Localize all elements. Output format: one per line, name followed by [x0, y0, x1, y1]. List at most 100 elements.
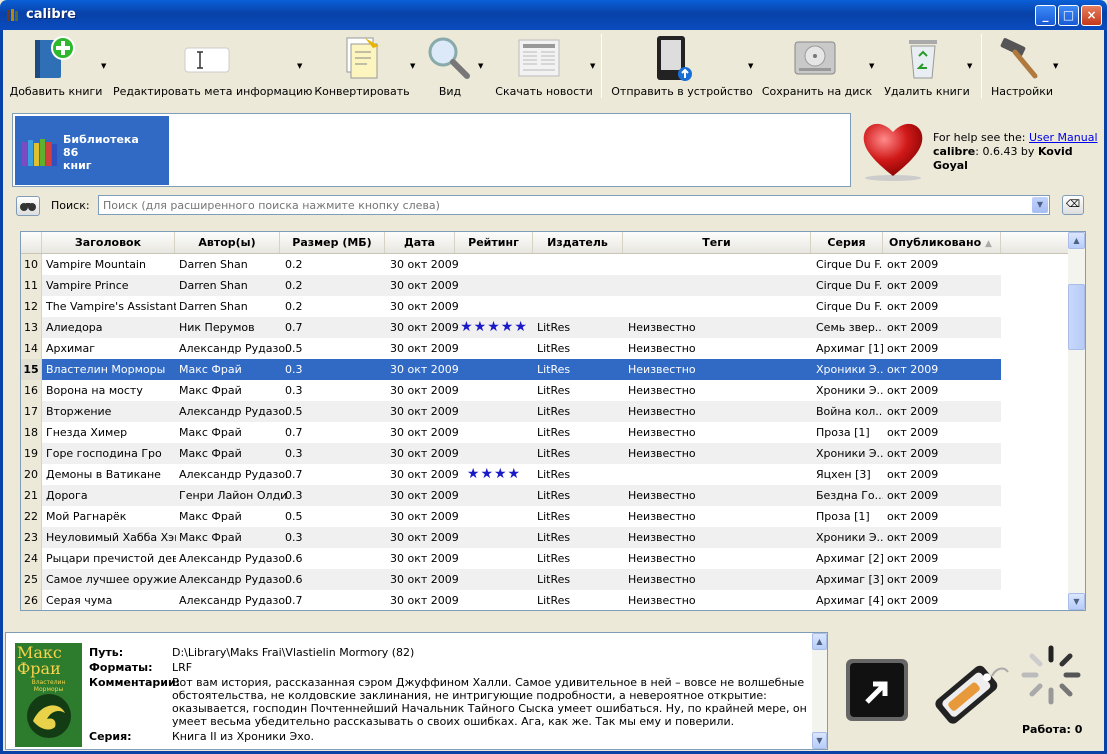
column-series[interactable]: Серия [811, 232, 883, 253]
search-combobox[interactable]: ▼ [98, 195, 1050, 215]
cell-series: Cirque Du F... [816, 300, 883, 313]
edit-meta-button[interactable]: Редактировать мета информацию ▼ [113, 32, 312, 100]
table-row[interactable]: 19 Горе господина Гро Макс Фрай 0.3 30 окт 2… [21, 443, 1001, 464]
cell-date: 30 окт 2009 [390, 447, 459, 460]
scroll-up-icon[interactable]: ▲ [1068, 232, 1085, 249]
table-row[interactable]: 14 Архимаг Александр Рудазов 0.5 30 окт 2009… [21, 338, 1001, 359]
fetch-news-label: Скачать новости [495, 85, 593, 98]
search-dropdown-icon[interactable]: ▼ [1032, 197, 1048, 213]
maximize-button[interactable]: □ [1058, 5, 1079, 26]
table-row[interactable]: 11 Vampire Prince Darren Shan 0.2 30 окт 200… [21, 275, 1001, 296]
donate-heart-icon[interactable] [860, 118, 926, 182]
preferences-dropdown-icon[interactable]: ▼ [1053, 62, 1058, 70]
table-row[interactable]: 24 Рыцари пречистой девы Александр Рудазов… [21, 548, 1001, 569]
cell-rating [455, 527, 533, 548]
table-row[interactable]: 12 The Vampire's Assistant Darren Shan 0.2 3… [21, 296, 1001, 317]
send-device-button[interactable]: Отправить в устройство ▼ [607, 32, 757, 100]
edit-meta-dropdown-icon[interactable]: ▼ [297, 62, 302, 70]
convert-button[interactable]: Конвертировать ▼ [311, 32, 415, 100]
row-number: 13 [21, 317, 42, 338]
table-row[interactable]: 21 Дорога Генри Лайон Олди 0.3 30 окт 2009 Li… [21, 485, 1001, 506]
cell-author: Darren Shan [179, 300, 248, 313]
cell-publisher [537, 275, 623, 296]
open-book-folder-icon[interactable] [845, 658, 909, 722]
cell-rating [455, 296, 533, 317]
cell-date: 30 окт 2009 [390, 573, 459, 586]
column-authors[interactable]: Автор(ы) [175, 232, 280, 253]
save-disk-dropdown-icon[interactable]: ▼ [869, 62, 874, 70]
column-date[interactable]: Дата [385, 232, 455, 253]
table-scrollbar[interactable]: ▲ ▼ [1068, 232, 1085, 610]
cell-pub: окт 2009 [887, 531, 939, 544]
table-row[interactable]: 26 Серая чума Александр Рудазов 0.7 30 окт 2… [21, 590, 1001, 610]
table-row[interactable]: 17 Вторжение Александр Рудазов 0.5 30 окт 20… [21, 401, 1001, 422]
help-prefix: For help see the: [933, 131, 1029, 144]
delete-books-dropdown-icon[interactable]: ▼ [967, 62, 972, 70]
column-title[interactable]: Заголовок [42, 232, 175, 253]
formats-value[interactable]: LRF [172, 661, 810, 674]
clear-search-button[interactable]: ⌫ [1062, 195, 1084, 215]
cell-author: Макс Фрай [179, 510, 242, 523]
path-value[interactable]: D:\Library\Maks Frai\Vlastielin Mormory … [172, 646, 810, 659]
delete-books-button[interactable]: Удалить книги ▼ [879, 32, 975, 100]
cell-pub: окт 2009 [887, 510, 939, 523]
column-tags[interactable]: Теги [623, 232, 811, 253]
table-row[interactable]: 23 Неуловимый Хабба Хэн Макс Фрай 0.3 30 окт… [21, 527, 1001, 548]
table-row[interactable]: 25 Самое лучшее оружие Александр Рудазов 0.… [21, 569, 1001, 590]
cell-pub: окт 2009 [887, 594, 939, 607]
advanced-search-button[interactable] [16, 196, 40, 216]
preferences-label: Настройки [990, 85, 1054, 98]
scroll-down-icon[interactable]: ▼ [1068, 593, 1085, 610]
convert-icon [346, 37, 379, 79]
clear-icon: ⌫ [1065, 199, 1081, 210]
cell-series: Архимаг [3] [816, 573, 883, 586]
cell-pub: окт 2009 [887, 426, 939, 439]
library-count: 86 [63, 146, 79, 159]
row-number: 24 [21, 548, 42, 569]
column-size[interactable]: Размер (МБ) [280, 232, 385, 253]
table-row[interactable]: 10 Vampire Mountain Darren Shan 0.2 30 окт 2… [21, 254, 1001, 275]
book-cover[interactable]: Макс Фраи Властелин Морморы [15, 643, 82, 747]
help-info: For help see the: User Manual calibre: 0… [933, 131, 1107, 173]
cell-tags: Неизвестно [628, 405, 696, 418]
view-dropdown-icon[interactable]: ▼ [478, 62, 483, 70]
user-manual-link[interactable]: User Manual [1029, 131, 1098, 144]
fetch-news-dropdown-icon[interactable]: ▼ [590, 62, 595, 70]
details-scroll-down-icon[interactable]: ▼ [812, 732, 827, 749]
details-scrollbar[interactable]: ▲ ▼ [812, 633, 827, 749]
cell-publisher: LitRes [537, 468, 571, 481]
row-number: 14 [21, 338, 42, 359]
tag-editor-icon[interactable] [926, 650, 1010, 734]
send-device-dropdown-icon[interactable]: ▼ [748, 62, 753, 70]
library-button[interactable]: Библиотека 86 книг [15, 116, 169, 185]
table-row[interactable]: 13 Алиедора Ник Перумов 0.7 30 окт 2009 ★★★★★… [21, 317, 1001, 338]
scrollbar-thumb[interactable] [1068, 284, 1085, 350]
add-books-button[interactable]: Добавить книги ▼ [3, 32, 109, 100]
cell-tags: Неизвестно [628, 552, 696, 565]
column-published[interactable]: Опубликовано ▲ [883, 232, 1001, 253]
jobs-indicator[interactable]: Работа: 0 [1016, 632, 1088, 750]
close-button[interactable]: × [1081, 5, 1102, 26]
column-rating[interactable]: Рейтинг [455, 232, 533, 253]
row-number: 17 [21, 401, 42, 422]
table-row[interactable]: 20 Демоны в Ватикане Александр Рудазов 0.7 3… [21, 464, 1001, 485]
view-button[interactable]: Вид ▼ [415, 32, 485, 100]
search-input[interactable] [99, 196, 1027, 214]
column-publisher[interactable]: Издатель [533, 232, 623, 253]
details-scroll-up-icon[interactable]: ▲ [812, 633, 827, 650]
cell-rating: ★★★★★ [455, 317, 533, 338]
table-row[interactable]: 18 Гнезда Химер Макс Фрай 0.7 30 окт 2009 Lit… [21, 422, 1001, 443]
cell-rating [455, 338, 533, 359]
table-row[interactable]: 22 Мой Рагнарёк Макс Фрай 0.5 30 окт 2009 Lit… [21, 506, 1001, 527]
cell-pub: окт 2009 [887, 258, 939, 271]
cell-series: Семь звер... [816, 321, 883, 334]
cell-author: Макс Фрай [179, 447, 242, 460]
save-disk-button[interactable]: Сохранить на диск ▼ [761, 32, 874, 100]
fetch-news-button[interactable]: Скачать новости ▼ [489, 32, 599, 100]
cell-tags: Неизвестно [628, 447, 696, 460]
preferences-button[interactable]: Настройки ▼ [987, 32, 1058, 100]
add-books-dropdown-icon[interactable]: ▼ [101, 62, 106, 70]
table-row[interactable]: 16 Ворона на мосту Макс Фрай 0.3 30 окт 2009… [21, 380, 1001, 401]
table-row[interactable]: 15 Властелин Морморы Макс Фрай 0.3 30 окт 20… [21, 359, 1001, 380]
minimize-button[interactable]: _ [1035, 5, 1056, 26]
